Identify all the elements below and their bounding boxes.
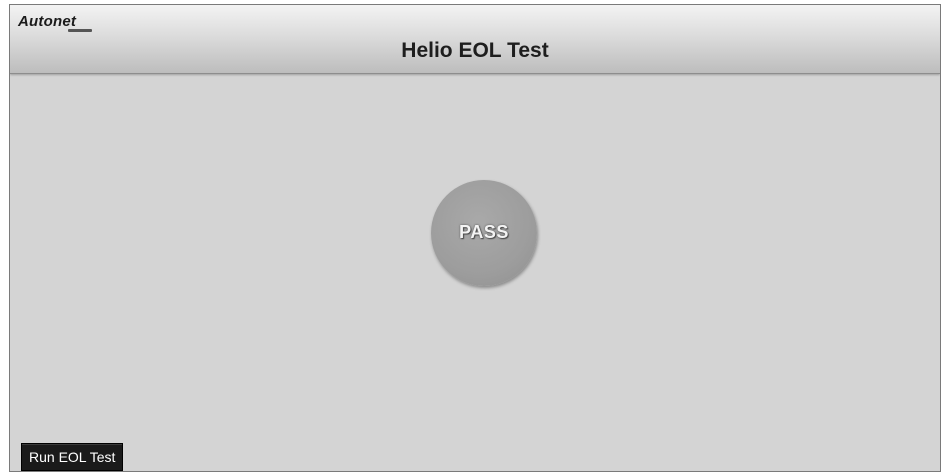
run-eol-test-button[interactable]: Run EOL Test	[21, 443, 124, 471]
status-text: PASS	[459, 221, 509, 242]
header-bar: Autonet Helio EOL Test	[10, 5, 940, 74]
status-indicator: PASS	[431, 180, 537, 286]
logo-text: Autonet	[18, 13, 77, 30]
autonet-logo: Autonet	[18, 13, 98, 41]
app-window: Autonet Helio EOL Test PASS Run EOL Test	[9, 4, 941, 472]
logo-underline	[68, 29, 92, 32]
page-title: Helio EOL Test	[401, 39, 549, 62]
